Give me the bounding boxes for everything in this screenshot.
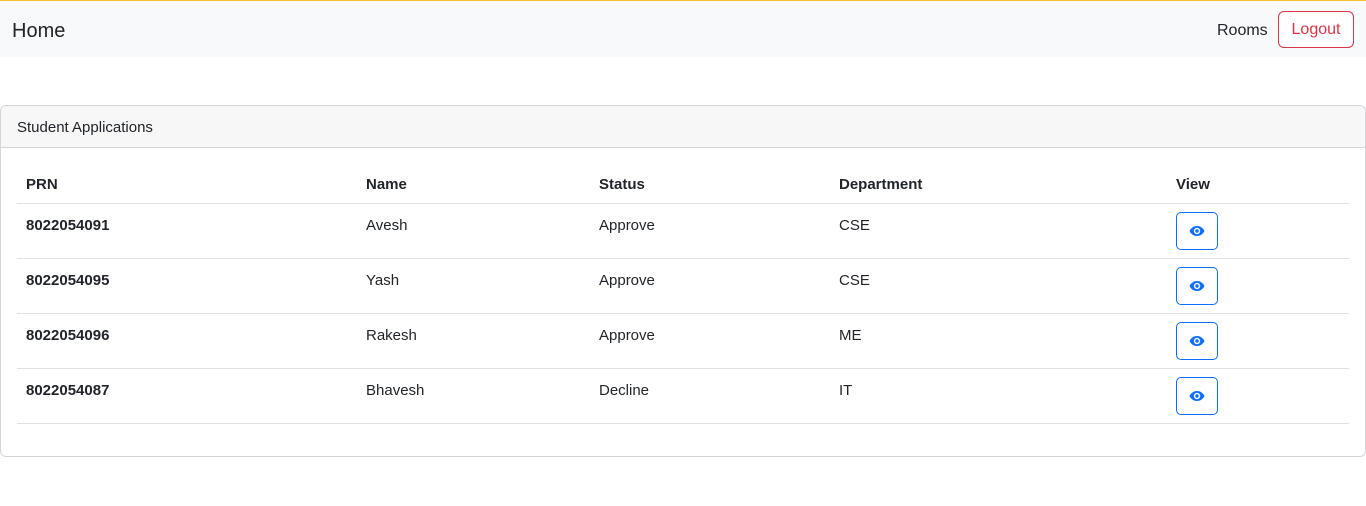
prn-cell: 8022054095 [26, 272, 110, 289]
status-cell: Approve [599, 272, 655, 289]
navbar: Home Rooms Logout [0, 1, 1366, 57]
view-button[interactable] [1176, 267, 1218, 305]
nav-link-rooms[interactable]: Rooms [1217, 21, 1268, 41]
card-title: Student Applications [17, 119, 153, 136]
view-button[interactable] [1176, 377, 1218, 415]
name-cell: Avesh [366, 217, 408, 234]
status-cell: Approve [599, 217, 655, 234]
view-button[interactable] [1176, 322, 1218, 360]
table-header-row: PRN Name Status Department View [17, 164, 1349, 204]
eye-icon [1189, 281, 1205, 291]
applications-table: PRN Name Status Department View 80220540… [17, 164, 1349, 424]
prn-cell: 8022054096 [26, 327, 110, 344]
column-header-status: Status [599, 176, 645, 193]
table-row: 8022054095 Yash Approve CSE [17, 259, 1349, 314]
eye-icon [1189, 226, 1205, 236]
department-cell: CSE [839, 272, 870, 289]
department-cell: CSE [839, 217, 870, 234]
column-header-prn: PRN [26, 176, 58, 193]
logout-button[interactable]: Logout [1278, 11, 1354, 48]
column-header-view: View [1176, 176, 1210, 193]
column-header-department: Department [839, 176, 923, 193]
student-applications-card: Student Applications PRN Name Status Dep… [0, 105, 1366, 457]
eye-icon [1189, 336, 1205, 346]
card-header: Student Applications [1, 106, 1365, 148]
prn-cell: 8022054091 [26, 217, 110, 234]
view-button[interactable] [1176, 212, 1218, 250]
brand-home-link[interactable]: Home [12, 19, 65, 43]
department-cell: IT [839, 382, 853, 399]
name-cell: Bhavesh [366, 382, 425, 399]
table-row: 8022054087 Bhavesh Decline IT [17, 369, 1349, 424]
status-cell: Decline [599, 382, 650, 399]
department-cell: ME [839, 327, 862, 344]
eye-icon [1189, 391, 1205, 401]
column-header-name: Name [366, 176, 407, 193]
table-row: 8022054091 Avesh Approve CSE [17, 204, 1349, 259]
name-cell: Rakesh [366, 327, 417, 344]
prn-cell: 8022054087 [26, 382, 110, 399]
status-cell: Approve [599, 327, 655, 344]
name-cell: Yash [366, 272, 400, 289]
table-row: 8022054096 Rakesh Approve ME [17, 314, 1349, 369]
